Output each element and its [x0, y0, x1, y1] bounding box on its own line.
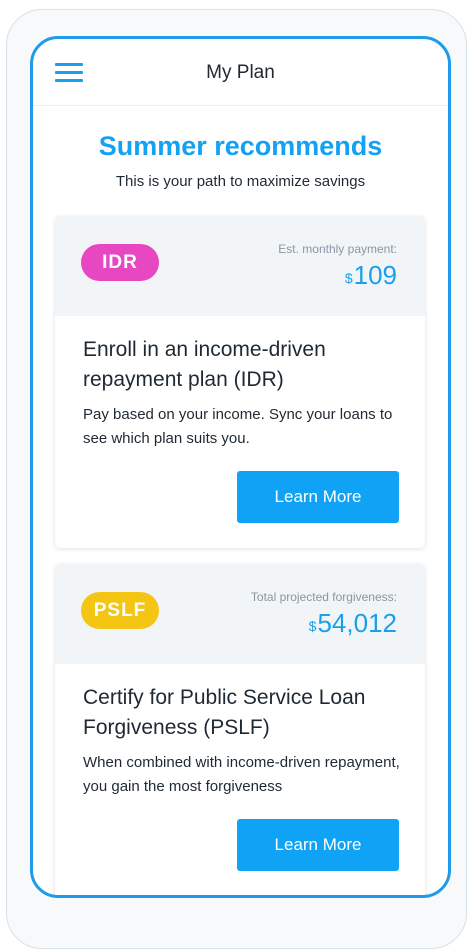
- currency-symbol: $: [344, 270, 353, 286]
- pslf-badge: PSLF: [81, 592, 159, 629]
- recommendation-card-idr: IDR Est. monthly payment: $109 Enroll in…: [55, 216, 425, 548]
- idr-badge: IDR: [81, 244, 159, 281]
- card-heading: Enroll in an income-driven repayment pla…: [83, 338, 326, 391]
- card-description: Pay based on your income. Sync your loan…: [83, 406, 393, 447]
- phone-screen: My Plan Summer recommends This is your p…: [30, 36, 451, 898]
- hero-title: Summer recommends: [98, 131, 383, 161]
- hero-subtitle: This is your path to maximize savings: [115, 173, 366, 190]
- card-summary-bar: PSLF Total projected forgiveness: $54,01…: [55, 564, 425, 664]
- card-summary-bar: IDR Est. monthly payment: $109: [55, 216, 425, 316]
- currency-symbol: $: [308, 618, 317, 634]
- metric-amount: 54,012: [317, 608, 397, 638]
- card-description: When combined with income-driven repayme…: [83, 754, 400, 795]
- metric-label: Est. monthly payment:: [278, 242, 397, 256]
- metric-value: $109: [345, 260, 397, 291]
- metric-amount: 109: [353, 260, 397, 290]
- learn-more-button[interactable]: Learn More: [237, 471, 399, 523]
- card-heading: Certify for Public Service Loan Forgiven…: [83, 686, 366, 739]
- learn-more-button[interactable]: Learn More: [237, 819, 399, 871]
- metric-value: $54,012: [309, 608, 397, 639]
- metric-label: Total projected forgiveness:: [250, 590, 397, 604]
- page-title: My Plan: [206, 62, 275, 83]
- recommendation-card-pslf: PSLF Total projected forgiveness: $54,01…: [55, 564, 425, 895]
- app-header: My Plan: [33, 39, 448, 106]
